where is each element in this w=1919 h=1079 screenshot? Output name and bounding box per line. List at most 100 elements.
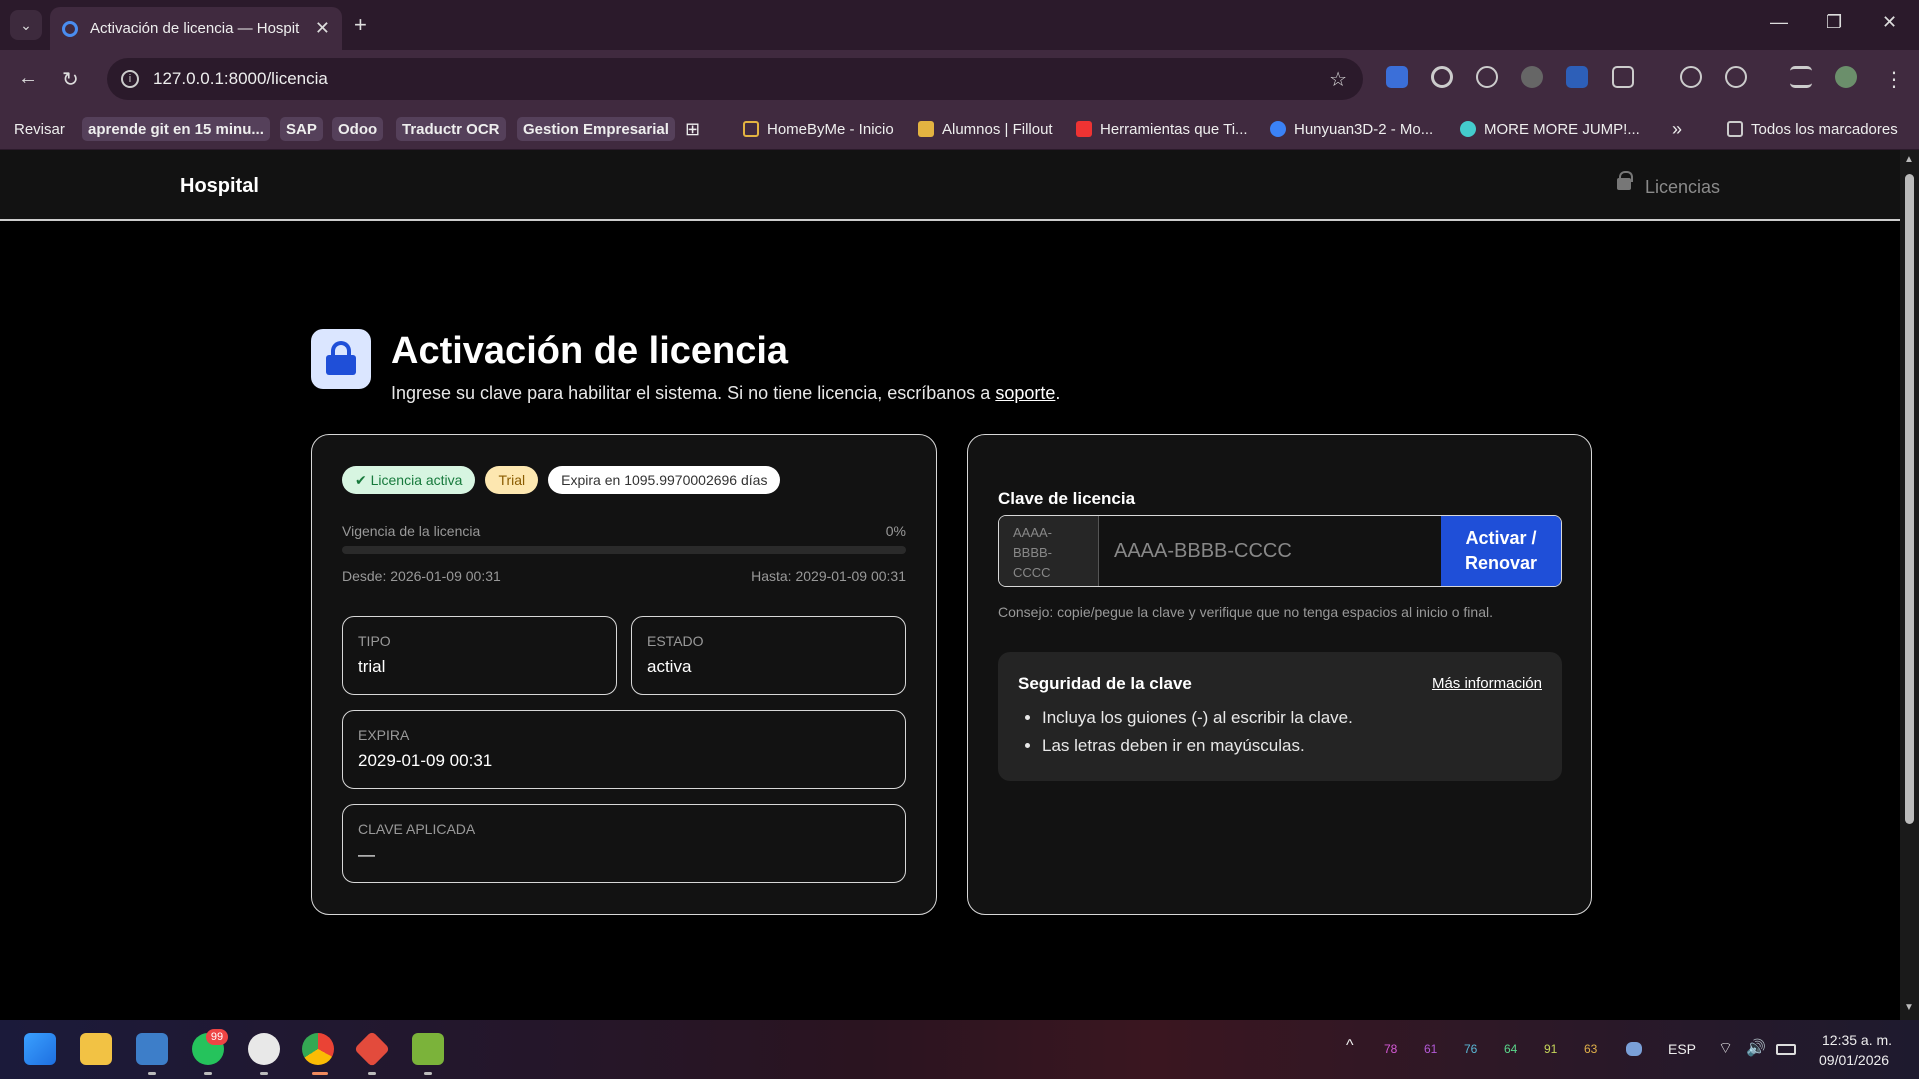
field-value: trial [358, 657, 386, 676]
tray-expand-chevron-icon[interactable]: ^ [1346, 1037, 1354, 1055]
status-badges: ✔ Licencia activa Trial Expira en 1095.9… [342, 466, 781, 494]
license-key-label: Clave de licencia [998, 489, 1136, 508]
app-brand[interactable]: Hospital [180, 175, 259, 198]
angular-devtools-icon[interactable] [1521, 66, 1543, 88]
field-label: CLAVE APLICADA [358, 821, 476, 837]
home-icon [743, 121, 759, 137]
bookmarks-bar: Revisar aprende git en 15 minu... SAP Od… [0, 108, 1919, 150]
battery-icon[interactable] [1776, 1044, 1796, 1055]
more-bookmarks-chevron-icon[interactable]: » [1672, 117, 1682, 141]
windows-taskbar: 99 ^ 78 61 76 64 91 63 ESP ⌔ 🔊 12:35 a. … [0, 1020, 1919, 1079]
back-arrow-icon[interactable]: ← [18, 67, 38, 90]
browser-menu-icon[interactable]: ⋮ [1884, 67, 1904, 92]
fillout-icon [918, 121, 934, 137]
browser-tab-active[interactable]: Activación de licencia — Hospital ✕ [50, 7, 342, 50]
page-subtitle: Ingrese su clave para habilitar el siste… [391, 383, 1061, 403]
running-indicator [260, 1072, 268, 1075]
music-note-icon [1460, 121, 1476, 137]
license-key-input-group: AAAA-BBBB-CCCC Activar / Renovar [998, 515, 1562, 587]
running-indicator [148, 1072, 156, 1075]
license-key-input[interactable] [1099, 516, 1441, 586]
restore-window-button[interactable]: ❐ [1826, 12, 1842, 33]
bookmark-item[interactable]: MORE MORE JUMP!... [1460, 117, 1640, 141]
close-window-button[interactable]: ✕ [1882, 12, 1897, 33]
running-indicator [368, 1072, 376, 1075]
activate-renew-button[interactable]: Activar / Renovar [1441, 516, 1561, 586]
address-bar[interactable]: i 127.0.0.1:8000/licencia ☆ [107, 58, 1363, 100]
key-security-box: Seguridad de la clave Más información In… [998, 652, 1562, 781]
bookmark-item[interactable]: SAP [280, 117, 323, 141]
whatsapp-notification-badge: 99 [206, 1029, 228, 1045]
site-info-icon[interactable]: i [121, 70, 139, 88]
file-explorer-icon[interactable] [80, 1033, 112, 1065]
chevron-down-icon: ⌄ [20, 16, 32, 33]
close-tab-icon[interactable]: ✕ [315, 18, 330, 39]
active-indicator [312, 1072, 328, 1075]
photos-app-icon[interactable] [136, 1033, 168, 1065]
clock-date[interactable]: 09/01/2026 [1819, 1052, 1889, 1068]
tab-search-button[interactable]: ⌄ [10, 10, 42, 40]
field-clave-aplicada: CLAVE APLICADA — [342, 804, 906, 883]
clock-time[interactable]: 12:35 a. m. [1822, 1032, 1892, 1048]
lock-icon [311, 329, 371, 389]
input-language[interactable]: ESP [1668, 1041, 1696, 1057]
minimize-window-button[interactable]: — [1770, 12, 1788, 33]
git-icon[interactable] [353, 1030, 391, 1068]
windows-start-icon[interactable] [24, 1033, 56, 1065]
bookmark-item[interactable]: Odoo [332, 117, 384, 141]
folder-icon [1727, 121, 1743, 137]
bookmark-item[interactable]: Hunyuan3D-2 - Mo... [1270, 117, 1433, 141]
bookmark-item[interactable]: HomeByMe - Inicio [743, 117, 894, 141]
key-tip: Consejo: copie/pegue la clave y verifiqu… [998, 604, 1493, 620]
pdf-extension-icon[interactable] [1566, 66, 1588, 88]
key-format-addon: AAAA-BBBB-CCCC [999, 516, 1099, 586]
security-title: Seguridad de la clave [1018, 674, 1192, 693]
record-extension-icon[interactable] [1431, 66, 1453, 88]
lambda-app-icon[interactable] [412, 1033, 444, 1065]
field-tipo: TIPO trial [342, 616, 617, 695]
page-scrollbar[interactable]: ▲ ▼ [1900, 150, 1919, 1020]
profile-avatar[interactable] [1835, 66, 1857, 88]
extensions-puzzle-icon[interactable] [1612, 66, 1634, 88]
bookmark-item[interactable]: Gestion Empresarial [517, 117, 675, 141]
react-devtools-icon[interactable] [1476, 66, 1498, 88]
all-bookmarks-folder[interactable]: Todos los marcadores [1727, 117, 1898, 141]
field-value: activa [647, 657, 692, 676]
nav-link-licencias[interactable]: Licencias [1616, 170, 1720, 198]
loading-favicon-icon [62, 20, 78, 37]
wifi-icon[interactable]: ⌔ [1718, 1038, 1733, 1058]
more-info-link[interactable]: Más información [1432, 675, 1542, 692]
apps-grid-icon[interactable]: ⊞ [685, 117, 700, 141]
page-title: Activación de licencia [391, 330, 789, 372]
volume-icon[interactable]: 🔊 [1746, 1038, 1766, 1058]
bookmark-item[interactable]: Revisar [14, 117, 65, 141]
hs-app-icon[interactable] [248, 1033, 280, 1065]
bookmark-star-icon[interactable]: ☆ [1329, 67, 1347, 92]
expiration-badge: Expira en 1095.9970002696 días [548, 466, 781, 494]
valid-since: Desde: 2026-01-09 00:31 [342, 568, 501, 584]
license-type-badge: Trial [485, 466, 539, 494]
new-tab-button[interactable]: + [354, 12, 367, 38]
scroll-down-arrow-icon[interactable]: ▼ [1904, 1002, 1914, 1013]
password-key-icon[interactable] [1680, 66, 1702, 88]
tray-device-icon[interactable] [1626, 1042, 1642, 1056]
scroll-up-arrow-icon[interactable]: ▲ [1904, 154, 1914, 165]
security-list: Incluya los guiones (-) al escribir la c… [1042, 708, 1353, 764]
scrollbar-thumb[interactable] [1905, 174, 1914, 824]
chrome-icon[interactable] [302, 1033, 334, 1065]
field-expira: EXPIRA 2029-01-09 00:31 [342, 710, 906, 789]
tray-metric: 76 [1464, 1042, 1478, 1056]
nav-link-label: Licencias [1644, 177, 1720, 197]
google-translate-extension-icon[interactable] [1386, 66, 1408, 88]
support-link[interactable]: soporte [995, 383, 1055, 403]
bookmark-item[interactable]: Traductr OCR [396, 117, 506, 141]
browser-toolbar: ← ↻ i 127.0.0.1:8000/licencia ☆ ⋮ [0, 50, 1919, 108]
license-activation-card: Clave de licencia AAAA-BBBB-CCCC Activar… [967, 434, 1592, 915]
valid-until: Hasta: 2029-01-09 00:31 [751, 568, 906, 584]
bookmark-item[interactable]: Alumnos | Fillout [918, 117, 1053, 141]
bookmark-item[interactable]: aprende git en 15 minu... [82, 117, 270, 141]
bookmark-item[interactable]: Herramientas que Ti... [1076, 117, 1248, 141]
media-controls-icon[interactable] [1790, 66, 1812, 88]
history-icon[interactable] [1725, 66, 1747, 88]
reload-icon[interactable]: ↻ [62, 67, 79, 92]
